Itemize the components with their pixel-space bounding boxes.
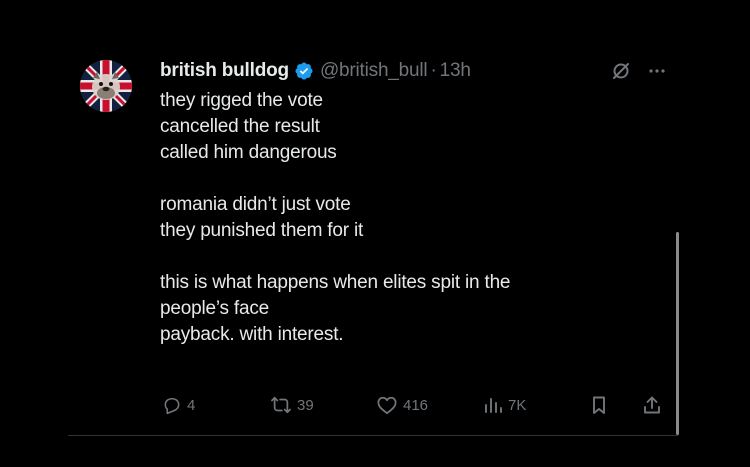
views-button[interactable]: 7K: [483, 392, 526, 418]
share-button[interactable]: [642, 392, 662, 418]
tweet-text-line: called him dangerous: [160, 142, 337, 163]
views-icon: [483, 395, 503, 415]
like-button[interactable]: 416: [376, 392, 428, 418]
bookmark-button[interactable]: [589, 392, 609, 418]
author-name[interactable]: british bulldog: [160, 60, 289, 82]
tweet-text-line: this is what happens when elites spit in…: [160, 272, 511, 293]
repost-button[interactable]: 39: [270, 392, 314, 418]
bookmark-icon: [589, 395, 609, 415]
tweet-text-line: [160, 244, 660, 270]
tweet-timestamp[interactable]: 13h: [440, 60, 471, 82]
author-handle[interactable]: @british_bull: [320, 60, 428, 82]
reply-icon: [162, 395, 182, 415]
divider: [68, 435, 678, 436]
tweet-card[interactable]: british bulldog @british_bull · 13h they…: [68, 50, 678, 440]
views-count: 7K: [508, 396, 527, 414]
repost-count: 39: [297, 396, 314, 414]
separator-dot: ·: [430, 60, 437, 81]
more-icon[interactable]: [646, 60, 668, 82]
reply-count: 4: [187, 396, 196, 414]
tweet-text-line: they punished them for it: [160, 220, 364, 241]
tweet-text-line: payback. with interest.: [160, 324, 344, 345]
grok-icon[interactable]: [610, 60, 632, 82]
tweet-text: they rigged the vote cancelled the resul…: [160, 88, 660, 348]
tweet-header: british bulldog @british_bull · 13h: [160, 58, 471, 84]
header-actions: [610, 60, 668, 82]
reply-button[interactable]: 4: [162, 392, 195, 418]
avatar[interactable]: [80, 60, 132, 112]
tweet-text-line: cancelled the result: [160, 116, 320, 137]
tweet-text-line: romania didn’t just vote: [160, 194, 351, 215]
scrollbar[interactable]: [676, 232, 679, 435]
repost-icon: [270, 395, 292, 415]
tweet-text-line: they rigged the vote: [160, 90, 323, 111]
tweet-text-line: people’s face: [160, 298, 270, 319]
verified-badge-icon: [294, 61, 314, 81]
like-count: 416: [403, 396, 429, 414]
tweet-actions: 4 39 416 7K: [162, 392, 674, 418]
tweet-text-line: [160, 166, 660, 192]
share-icon: [642, 395, 662, 415]
like-icon: [376, 395, 398, 415]
